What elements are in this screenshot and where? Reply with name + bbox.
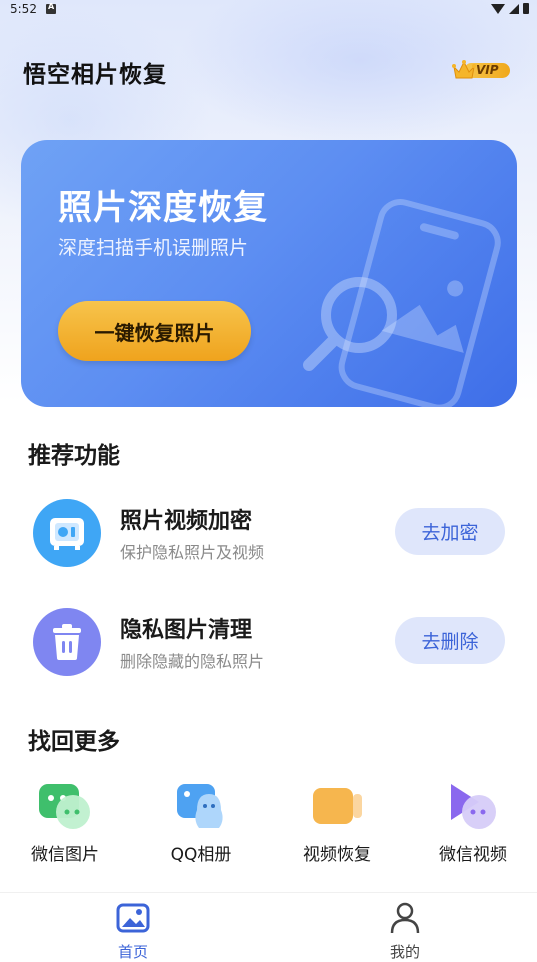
crown-icon	[452, 60, 476, 79]
more-item-wechat-videos[interactable]: 微信视频	[418, 780, 528, 865]
battery-icon	[523, 3, 529, 14]
video-icon	[309, 780, 365, 832]
one-click-recover-button[interactable]: 一键恢复照片	[58, 301, 251, 361]
nav-label-home: 首页	[117, 943, 148, 961]
vip-label: VIP	[476, 63, 499, 77]
person-icon	[388, 901, 422, 935]
recommend-section-title: 推荐功能	[28, 443, 120, 469]
notification-icon	[46, 2, 56, 14]
nav-item-home[interactable]: 首页	[93, 901, 173, 962]
feature-desc: 保护隐私照片及视频	[120, 543, 265, 562]
more-item-label: 视频恢复	[303, 845, 371, 865]
vip-badge[interactable]: VIP	[452, 59, 510, 81]
phone-search-illustration	[303, 199, 501, 407]
go-delete-button[interactable]: 去删除	[395, 617, 505, 664]
safe-icon	[33, 499, 101, 567]
status-time: 5:52	[10, 2, 37, 16]
nav-item-mine[interactable]: 我的	[365, 901, 445, 962]
wechat-icon	[37, 780, 93, 832]
more-item-label: 微信图片	[31, 845, 99, 865]
more-item-label: QQ相册	[170, 845, 232, 865]
go-encrypt-button[interactable]: 去加密	[395, 508, 505, 555]
feature-desc: 删除隐藏的隐私照片	[120, 652, 265, 671]
signal-icon	[509, 3, 519, 14]
more-item-label: 微信视频	[439, 845, 507, 865]
qq-icon	[173, 780, 229, 832]
app-title: 悟空相片恢复	[23, 62, 167, 88]
home-photo-icon	[116, 901, 150, 935]
wechat-video-icon	[445, 780, 501, 832]
status-bar: 5:52	[0, 0, 537, 20]
more-section-title: 找回更多	[28, 729, 120, 755]
more-item-qq-album[interactable]: QQ相册	[146, 780, 256, 865]
feature-title: 隐私图片清理	[120, 618, 253, 643]
feature-row-encrypt[interactable]: 照片视频加密 保护隐私照片及视频 去加密	[0, 499, 537, 579]
trash-icon	[33, 608, 101, 676]
feature-row-clean[interactable]: 隐私图片清理 删除隐藏的隐私照片 去删除	[0, 608, 537, 688]
banner-title: 照片深度恢复	[58, 188, 268, 228]
wifi-icon	[491, 3, 505, 14]
nav-label-mine: 我的	[389, 943, 420, 961]
more-item-wechat-photos[interactable]: 微信图片	[10, 780, 120, 865]
deep-recovery-banner[interactable]: 照片深度恢复 深度扫描手机误删照片 一键恢复照片	[21, 140, 517, 407]
bottom-navigation: 首页 我的	[0, 892, 537, 962]
banner-subtitle: 深度扫描手机误删照片	[58, 237, 249, 259]
status-icons	[491, 3, 529, 14]
feature-title: 照片视频加密	[120, 509, 253, 534]
more-item-video-recovery[interactable]: 视频恢复	[282, 780, 392, 865]
